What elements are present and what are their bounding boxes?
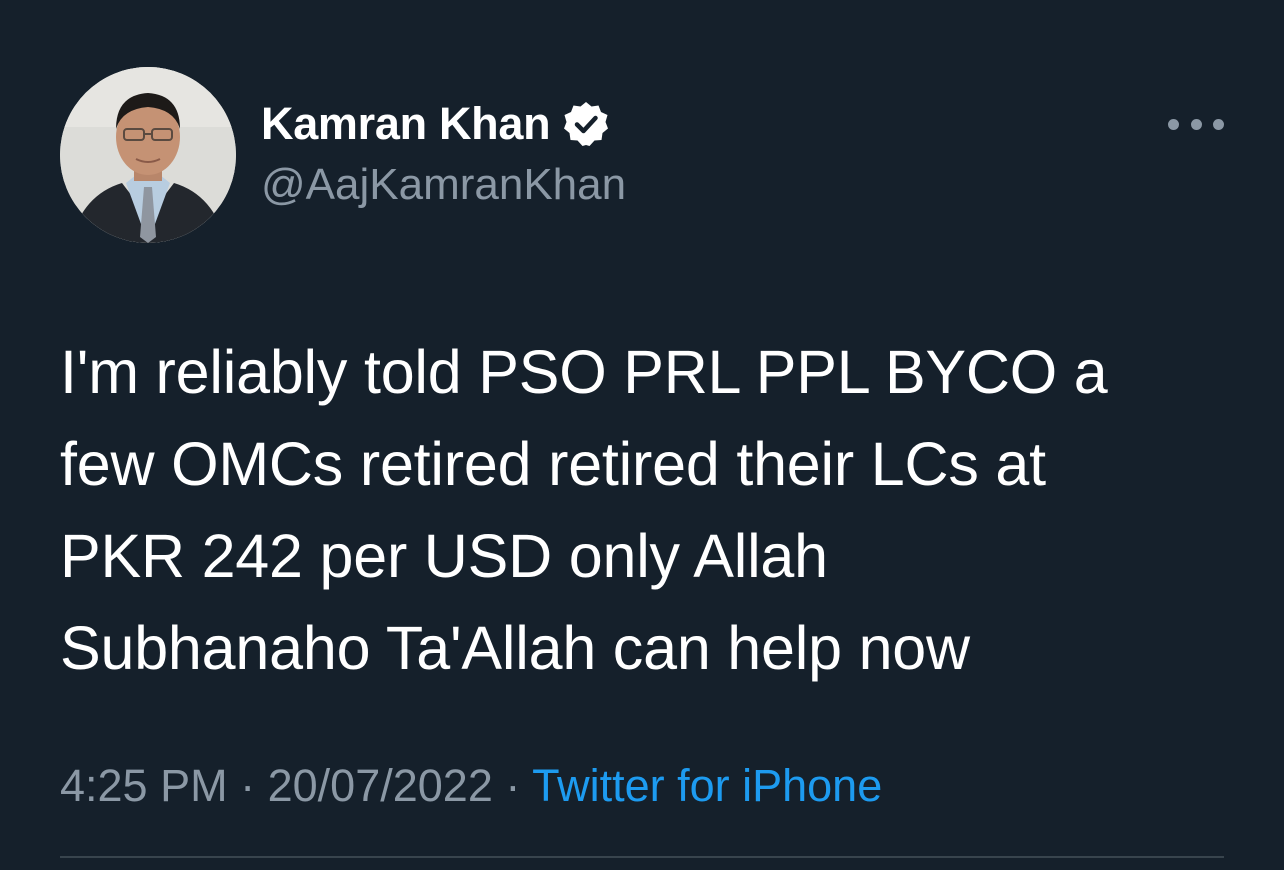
tweet-text-line: Subhanaho Ta'Allah can help now [60, 614, 970, 682]
display-name-text: Kamran Khan [261, 98, 551, 149]
tweet-time[interactable]: 4:25 PM [60, 760, 228, 811]
verified-badge-icon [562, 100, 610, 148]
tweet-text-line: PKR 242 per USD only Allah [60, 522, 828, 590]
tweet-text-line: I'm reliably told PSO PRL PPL BYCO a [60, 338, 1108, 406]
meta-separator: · [240, 760, 256, 811]
avatar-photo [60, 67, 236, 243]
more-dot [1168, 118, 1179, 130]
meta-separator: · [505, 760, 521, 811]
divider [60, 856, 1224, 858]
display-name[interactable]: Kamran Khan [261, 96, 610, 152]
tweet-text-line: few OMCs retired retired their LCs at [60, 430, 1046, 498]
tweet-source-link[interactable]: Twitter for iPhone [532, 760, 882, 811]
more-dot [1190, 118, 1202, 130]
tweet-date[interactable]: 20/07/2022 [268, 760, 493, 811]
more-dot [1213, 118, 1224, 130]
avatar[interactable] [60, 67, 236, 243]
more-options-icon[interactable] [1168, 106, 1224, 142]
user-handle[interactable]: @AajKamranKhan [261, 160, 626, 210]
tweet-text: I'm reliably told PSO PRL PPL BYCO a few… [60, 326, 1250, 694]
tweet-meta: 4:25 PM · 20/07/2022 · Twitter for iPhon… [60, 760, 882, 812]
